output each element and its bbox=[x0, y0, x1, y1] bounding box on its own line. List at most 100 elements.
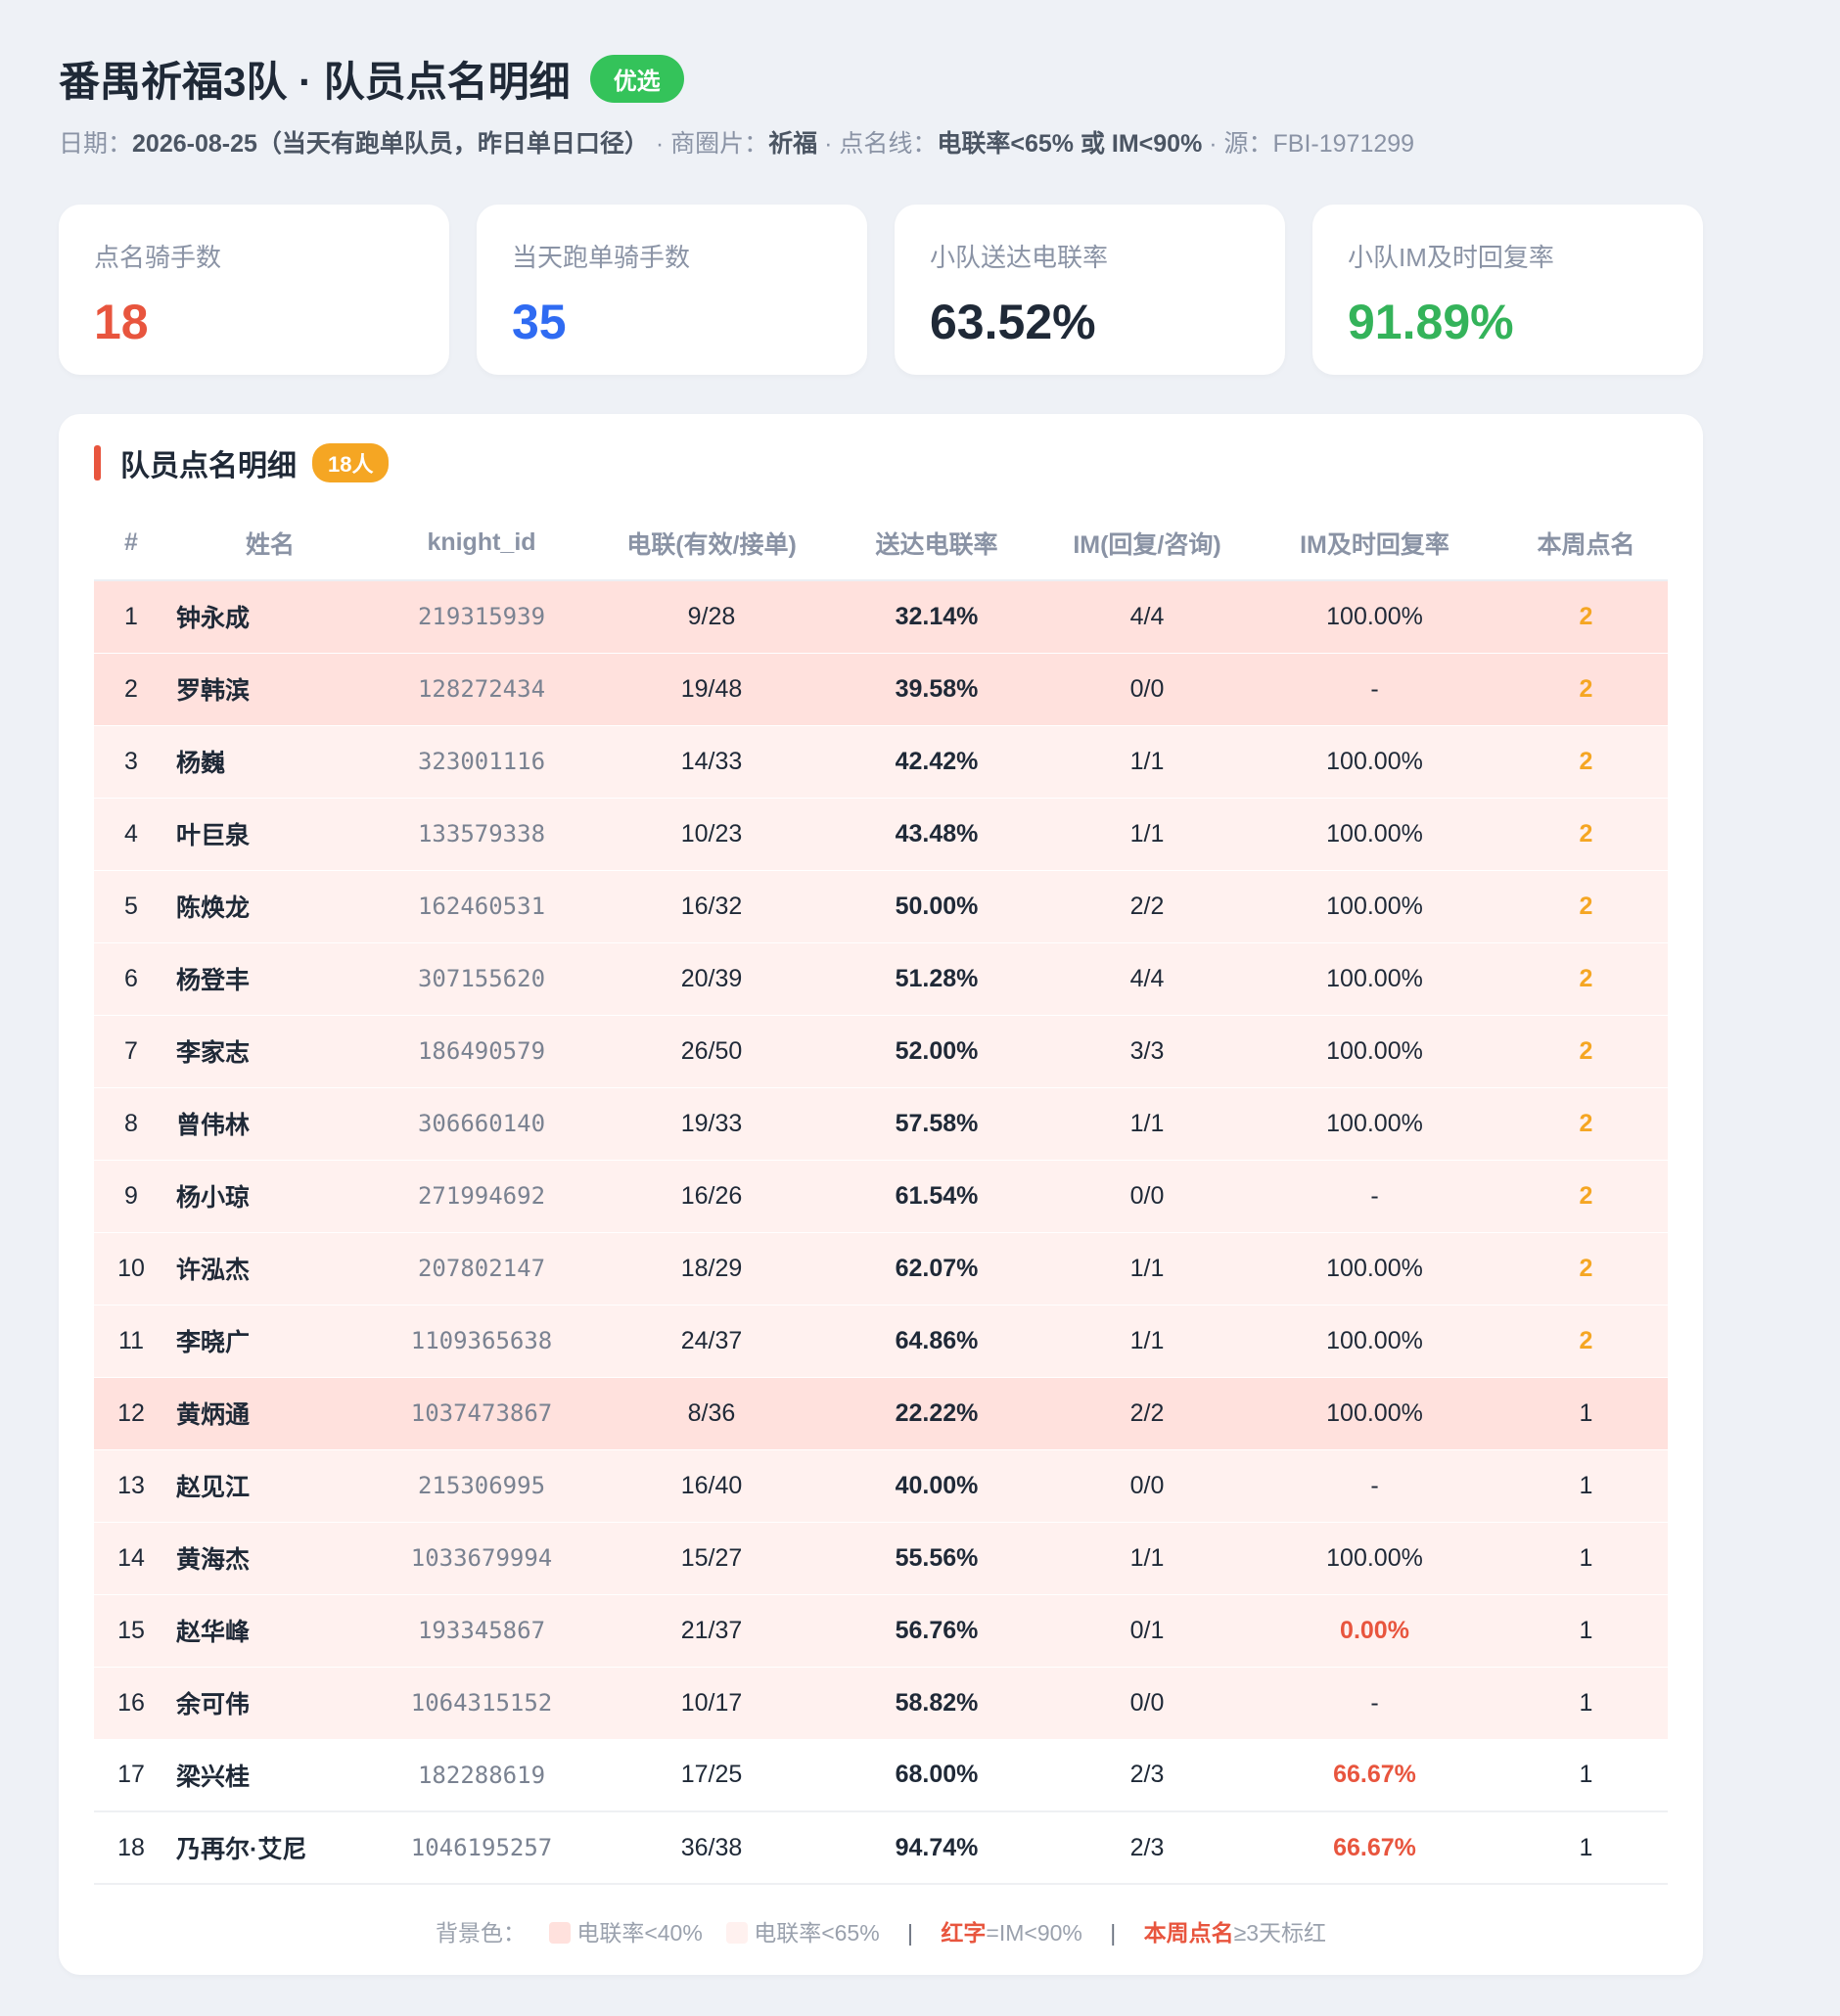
line-value: 电联率<65% 或 IM<90% bbox=[937, 130, 1203, 158]
table-row[interactable]: 10 许泓杰 207802147 18/29 62.07% 1/1 100.00% 2 bbox=[94, 1232, 1668, 1306]
title-row: 番禺祈福3队 · 队员点名明细 优选 bbox=[59, 54, 1781, 105]
table-row[interactable]: 5 陈焕龙 162460531 16/32 50.00% 2/2 100.00% 2 bbox=[94, 870, 1668, 943]
table-row[interactable]: 3 杨巍 323001116 14/33 42.42% 1/1 100.00% 2 bbox=[94, 725, 1668, 799]
cell-call-rate: 57.58% bbox=[824, 1087, 1049, 1161]
cell-week-calls: 1 bbox=[1504, 1594, 1668, 1668]
cell-knight-id: 1033679994 bbox=[364, 1522, 599, 1595]
cell-im-rate: 100.00% bbox=[1245, 942, 1504, 1016]
area-value: 祈福 bbox=[768, 130, 818, 158]
stat-value: 63.52% bbox=[930, 295, 1096, 349]
table-row[interactable]: 16 余可伟 1064315152 10/17 58.82% 0/0-1 bbox=[94, 1667, 1668, 1740]
line-label: · 点名线： bbox=[817, 130, 938, 158]
cell-call-rate: 42.42% bbox=[824, 725, 1049, 799]
col-header-calls[interactable]: 电联(有效/接单) bbox=[599, 506, 824, 581]
section-title: 队员点名明细 bbox=[120, 450, 297, 482]
cell-call-rate: 94.74% bbox=[824, 1811, 1049, 1885]
legend-item-light: 电联率<65% bbox=[754, 1920, 880, 1946]
cell-im-rate: 100.00% bbox=[1245, 1377, 1504, 1450]
cell-im-rate: 100.00% bbox=[1245, 870, 1504, 943]
table-row[interactable]: 17 梁兴桂 182288619 17/25 68.00% 2/3 66.67% 1 bbox=[94, 1739, 1668, 1812]
cell-week-calls: 1 bbox=[1504, 1449, 1668, 1523]
cell-knight-id: 186490579 bbox=[364, 1015, 599, 1088]
cell-call-rate: 40.00% bbox=[824, 1449, 1049, 1523]
cell-call-rate: 22.22% bbox=[824, 1377, 1049, 1450]
table-row[interactable]: 11 李晓广 1109365638 24/37 64.86% 1/1 100.00% 2 bbox=[94, 1305, 1668, 1378]
legend-separator: | bbox=[907, 1920, 914, 1946]
legend-separator: | bbox=[1110, 1920, 1117, 1946]
cell-im-rate: 100.00% bbox=[1245, 1305, 1504, 1378]
cell-call-rate: 39.58% bbox=[824, 653, 1049, 726]
cell-knight-id: 128272434 bbox=[364, 653, 599, 726]
cell-knight-id: 193345867 bbox=[364, 1594, 599, 1668]
section-accent-bar bbox=[94, 445, 101, 481]
cell-im: 2/2 bbox=[1049, 870, 1245, 943]
cell-name: 曾伟林 bbox=[168, 1087, 364, 1161]
detail-card: 队员点名明细 18人 # 姓名 knight_id 电联(有效/接单) 送达电联… bbox=[59, 414, 1703, 1975]
cell-no: 13 bbox=[94, 1449, 168, 1523]
cell-call-rate: 55.56% bbox=[824, 1522, 1049, 1595]
legend-red-rest: =IM<90% bbox=[986, 1920, 1082, 1946]
cell-name: 黄炳通 bbox=[168, 1377, 364, 1450]
table-row[interactable]: 1 钟永成 219315939 9/28 32.14% 4/4 100.00% 2 bbox=[94, 580, 1668, 654]
page: 番禺祈福3队 · 队员点名明细 优选 日期：2026-08-25（当天有跑单队员… bbox=[0, 0, 1840, 2016]
cell-name: 杨小琼 bbox=[168, 1160, 364, 1233]
col-header-no[interactable]: # bbox=[94, 506, 168, 581]
col-header-name[interactable]: 姓名 bbox=[168, 506, 364, 581]
legend-prefix: 背景色： bbox=[435, 1920, 526, 1946]
table-row[interactable]: 13 赵见江 215306995 16/40 40.00% 0/0-1 bbox=[94, 1449, 1668, 1523]
table-body: 1 钟永成 219315939 9/28 32.14% 4/4 100.00% 2 2 罗韩滨 12… bbox=[94, 580, 1668, 1885]
cell-knight-id: 1046195257 bbox=[364, 1811, 599, 1885]
cell-knight-id: 162460531 bbox=[364, 870, 599, 943]
table-row[interactable]: 2 罗韩滨 128272434 19/48 39.58% 0/0-2 bbox=[94, 653, 1668, 726]
cell-week-calls: 2 bbox=[1504, 870, 1668, 943]
table-row[interactable]: 12 黄炳通 1037473867 8/36 22.22% 2/2 100.00% 1 bbox=[94, 1377, 1668, 1450]
stat-value: 18 bbox=[94, 295, 149, 349]
cell-im-rate: - bbox=[1245, 1449, 1504, 1523]
table-row[interactable]: 15 赵华峰 193345867 21/37 56.76% 0/1 0.00% 1 bbox=[94, 1594, 1668, 1668]
cell-no: 8 bbox=[94, 1087, 168, 1161]
table-row[interactable]: 7 李家志 186490579 26/50 52.00% 3/3 100.00% 2 bbox=[94, 1015, 1668, 1088]
cell-im: 1/1 bbox=[1049, 1522, 1245, 1595]
cell-knight-id: 219315939 bbox=[364, 580, 599, 654]
cell-im-rate: 100.00% bbox=[1245, 1522, 1504, 1595]
cell-week-calls: 2 bbox=[1504, 653, 1668, 726]
cell-im: 0/0 bbox=[1049, 653, 1245, 726]
col-header-knight-id[interactable]: knight_id bbox=[364, 506, 599, 581]
col-header-im[interactable]: IM(回复/咨询) bbox=[1049, 506, 1245, 581]
legend: 背景色： 电联率<40% 电联率<65% | 红字=IM<90% | 本周点名≥… bbox=[94, 1914, 1668, 1947]
legend-week-word: 本周点名 bbox=[1143, 1920, 1234, 1946]
table-row[interactable]: 8 曾伟林 306660140 19/33 57.58% 1/1 100.00% 2 bbox=[94, 1087, 1668, 1161]
col-header-call-rate[interactable]: 送达电联率 bbox=[824, 506, 1049, 581]
stat-label: 点名骑手数 bbox=[94, 243, 222, 272]
cell-no: 11 bbox=[94, 1305, 168, 1378]
table-row[interactable]: 18 乃再尔·艾尼 1046195257 36/38 94.74% 2/3 66.67% 1 bbox=[94, 1811, 1668, 1885]
cell-calls: 14/33 bbox=[599, 725, 824, 799]
col-header-im-rate[interactable]: IM及时回复率 bbox=[1245, 506, 1504, 581]
cell-name: 李晓广 bbox=[168, 1305, 364, 1378]
stat-value: 35 bbox=[512, 295, 567, 349]
cell-knight-id: 1064315152 bbox=[364, 1667, 599, 1740]
cell-im-rate: 100.00% bbox=[1245, 1232, 1504, 1306]
cell-im-rate: 100.00% bbox=[1245, 580, 1504, 654]
cell-knight-id: 1109365638 bbox=[364, 1305, 599, 1378]
source-label: · 源：FBI-1971299 bbox=[1202, 130, 1415, 158]
cell-im: 1/1 bbox=[1049, 1232, 1245, 1306]
cell-no: 15 bbox=[94, 1594, 168, 1668]
cell-im-rate: - bbox=[1245, 653, 1504, 726]
table-row[interactable]: 9 杨小琼 271994692 16/26 61.54% 0/0-2 bbox=[94, 1160, 1668, 1233]
cell-no: 6 bbox=[94, 942, 168, 1016]
stat-card-call-rate: 小队送达电联率 63.52% bbox=[895, 205, 1285, 375]
cell-calls: 21/37 bbox=[599, 1594, 824, 1668]
table-row[interactable]: 14 黄海杰 1033679994 15/27 55.56% 1/1 100.00% 1 bbox=[94, 1522, 1668, 1595]
cell-name: 许泓杰 bbox=[168, 1232, 364, 1306]
table-row[interactable]: 4 叶巨泉 133579338 10/23 43.48% 1/1 100.00% 2 bbox=[94, 798, 1668, 871]
cell-call-rate: 52.00% bbox=[824, 1015, 1049, 1088]
table-row[interactable]: 6 杨登丰 307155620 20/39 51.28% 4/4 100.00% 2 bbox=[94, 942, 1668, 1016]
col-header-week-calls[interactable]: 本周点名 bbox=[1504, 506, 1668, 581]
cell-calls: 15/27 bbox=[599, 1522, 824, 1595]
preferred-badge: 优选 bbox=[589, 54, 684, 103]
cell-im: 2/3 bbox=[1049, 1739, 1245, 1812]
cell-im: 0/0 bbox=[1049, 1160, 1245, 1233]
cell-im-rate: 66.67% bbox=[1245, 1811, 1504, 1885]
cell-calls: 19/33 bbox=[599, 1087, 824, 1161]
